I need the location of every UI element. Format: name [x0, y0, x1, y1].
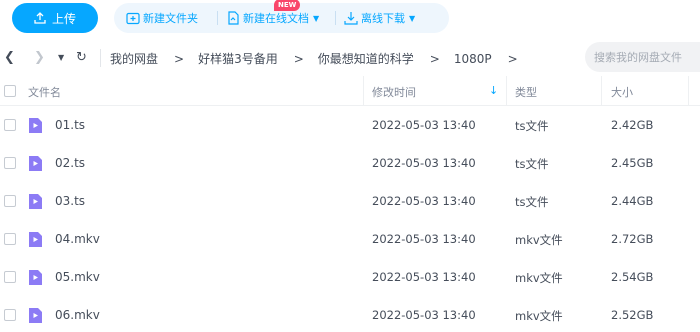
chevron-down-icon: ▼ [409, 13, 416, 23]
file-type: ts文件 [515, 157, 549, 171]
modified-time: 2022-05-03 13:40 [372, 118, 476, 132]
video-file-icon [29, 194, 42, 209]
file-name[interactable]: 01.ts [55, 118, 85, 132]
breadcrumb-item[interactable]: 我的网盘 [110, 50, 158, 67]
column-divider[interactable] [363, 76, 364, 106]
offline-download-button[interactable]: 离线下载 ▼ [344, 10, 415, 26]
column-divider[interactable] [601, 76, 602, 106]
breadcrumb-separator-icon: > [174, 51, 185, 66]
new-online-doc-label: 新建在线文档 [243, 12, 309, 25]
modified-time: 2022-05-03 13:40 [372, 308, 476, 322]
search-box[interactable] [585, 42, 700, 72]
forward-arrow-icon[interactable]: ❯ [34, 50, 45, 66]
table-body: 01.ts 2022-05-03 13:40 ts文件 2.42GB 02.ts 2022… [0, 106, 700, 332]
file-name[interactable]: 06.mkv [55, 308, 100, 322]
upload-button[interactable]: 上传 [12, 3, 98, 33]
new-folder-icon [126, 12, 140, 25]
file-size: 2.52GB [611, 308, 654, 322]
row-checkbox[interactable] [4, 233, 16, 245]
row-checkbox[interactable] [4, 271, 16, 283]
breadcrumb-item-current[interactable]: 1080P [454, 52, 492, 66]
file-size: 2.42GB [611, 118, 654, 132]
file-type: ts文件 [515, 195, 549, 209]
new-folder-label: 新建文件夹 [143, 12, 198, 25]
file-size: 2.44GB [611, 194, 654, 208]
table-row[interactable]: 04.mkv 2022-05-03 13:40 mkv文件 2.72GB [0, 220, 700, 258]
row-checkbox[interactable] [4, 195, 16, 207]
table-row[interactable]: 01.ts 2022-05-03 13:40 ts文件 2.42GB [0, 106, 700, 144]
breadcrumb-separator-icon: > [429, 51, 440, 66]
refresh-icon[interactable]: ↻ [76, 50, 87, 66]
modified-time: 2022-05-03 13:40 [372, 270, 476, 284]
header-modified-time[interactable]: 修改时间 [372, 84, 416, 100]
video-file-icon [29, 232, 42, 247]
row-checkbox[interactable] [4, 119, 16, 131]
file-table: 文件名 修改时间 ↓ 类型 大小 01.ts 2022-05-03 13:40 ts… [0, 76, 700, 332]
video-file-icon [29, 270, 42, 285]
breadcrumb-item[interactable]: 好样猫3号备用 [198, 50, 278, 67]
table-row[interactable]: 05.mkv 2022-05-03 13:40 mkv文件 2.54GB [0, 258, 700, 296]
row-checkbox[interactable] [4, 309, 16, 321]
header-size[interactable]: 大小 [611, 84, 633, 100]
breadcrumb-separator-icon: > [507, 51, 518, 66]
new-badge: NEW [274, 0, 301, 11]
table-row[interactable]: 03.ts 2022-05-03 13:40 ts文件 2.44GB [0, 182, 700, 220]
video-file-icon [29, 118, 42, 133]
table-row[interactable]: 06.mkv 2022-05-03 13:40 mkv文件 2.52GB [0, 296, 700, 332]
column-divider[interactable] [506, 76, 507, 106]
new-online-doc-button[interactable]: 新建在线文档 ▼ [226, 10, 319, 26]
sort-descending-icon[interactable]: ↓ [489, 84, 498, 97]
file-type: mkv文件 [515, 309, 563, 323]
divider [217, 11, 218, 25]
header-type[interactable]: 类型 [515, 84, 537, 100]
back-arrow-icon[interactable]: ❮ [4, 50, 15, 66]
offline-download-label: 离线下载 [361, 12, 405, 25]
file-type: mkv文件 [515, 233, 563, 247]
breadcrumb: 我的网盘 > 好样猫3号备用 > 你最想知道的科学 > 1080P > [110, 50, 532, 67]
new-folder-button[interactable]: 新建文件夹 [126, 10, 198, 26]
table-header: 文件名 修改时间 ↓ 类型 大小 [0, 76, 700, 106]
divider [100, 49, 101, 67]
file-size: 2.54GB [611, 270, 654, 284]
modified-time: 2022-05-03 13:40 [372, 156, 476, 170]
table-row[interactable]: 02.ts 2022-05-03 13:40 ts文件 2.45GB [0, 144, 700, 182]
file-type: mkv文件 [515, 271, 563, 285]
file-type: ts文件 [515, 119, 549, 133]
file-size: 2.45GB [611, 156, 654, 170]
chevron-down-icon: ▼ [313, 13, 320, 23]
modified-time: 2022-05-03 13:40 [372, 194, 476, 208]
breadcrumb-separator-icon: > [293, 51, 304, 66]
download-icon [344, 12, 358, 25]
video-file-icon [29, 308, 42, 323]
document-icon [228, 11, 239, 25]
header-name[interactable]: 文件名 [28, 84, 61, 100]
file-size: 2.72GB [611, 232, 654, 246]
file-name[interactable]: 02.ts [55, 156, 85, 170]
breadcrumb-item[interactable]: 你最想知道的科学 [318, 50, 414, 67]
divider [335, 11, 336, 25]
file-name[interactable]: 03.ts [55, 194, 85, 208]
select-all-checkbox[interactable] [4, 85, 16, 97]
history-dropdown-icon[interactable]: ▼ [58, 50, 64, 66]
file-name[interactable]: 04.mkv [55, 232, 100, 246]
column-divider[interactable] [688, 76, 689, 106]
navigation-bar: ❮ ❯ ▼ ↻ 我的网盘 > 好样猫3号备用 > 你最想知道的科学 > 1080… [0, 41, 700, 75]
file-name[interactable]: 05.mkv [55, 270, 100, 284]
toolbar: 上传 新建文件夹 新建在线文档 ▼ 离线下载 ▼ NEW [0, 0, 700, 36]
upload-icon [34, 12, 46, 24]
row-checkbox[interactable] [4, 157, 16, 169]
upload-label: 上传 [51, 11, 76, 26]
video-file-icon [29, 156, 42, 171]
modified-time: 2022-05-03 13:40 [372, 232, 476, 246]
search-input[interactable] [585, 42, 700, 72]
